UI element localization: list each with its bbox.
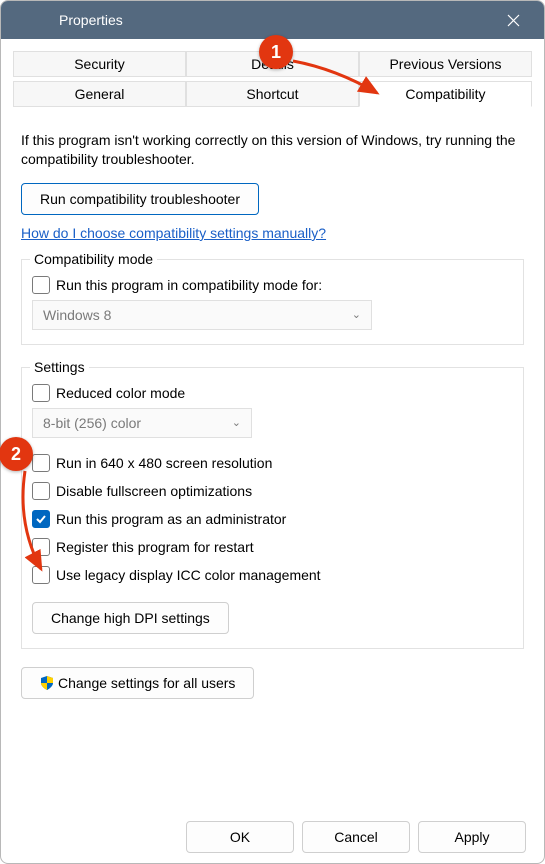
chevron-down-icon: ⌄ <box>232 416 241 429</box>
register-restart-label: Register this program for restart <box>56 539 254 555</box>
reduced-color-checkbox[interactable] <box>32 384 50 402</box>
compat-mode-label: Run this program in compatibility mode f… <box>56 277 322 293</box>
run-640x480-label: Run in 640 x 480 screen resolution <box>56 455 272 471</box>
client-area: 1 Security Details Previous Versions Gen… <box>1 39 544 863</box>
close-button[interactable] <box>490 1 536 39</box>
annotation-arrow-2 <box>13 469 53 577</box>
cancel-button[interactable]: Cancel <box>302 821 410 853</box>
shield-icon <box>40 676 54 690</box>
compatibility-mode-group: Compatibility mode Run this program in c… <box>21 259 524 345</box>
run-compatibility-troubleshooter-button[interactable]: Run compatibility troubleshooter <box>21 183 259 215</box>
color-depth-select[interactable]: 8-bit (256) color ⌄ <box>32 408 252 438</box>
properties-window: Properties 1 Security Details Previous V… <box>0 0 545 864</box>
tab-content-compatibility: If this program isn't working correctly … <box>13 111 532 809</box>
annotation-step-2: 2 <box>0 437 33 471</box>
settings-legend: Settings <box>30 359 89 375</box>
compatibility-mode-legend: Compatibility mode <box>30 251 157 267</box>
compat-mode-os-select[interactable]: Windows 8 ⌄ <box>32 300 372 330</box>
tab-row-2: General Shortcut Compatibility <box>13 81 532 107</box>
ok-button[interactable]: OK <box>186 821 294 853</box>
run-as-admin-label: Run this program as an administrator <box>56 511 286 527</box>
chevron-down-icon: ⌄ <box>352 308 361 321</box>
change-settings-all-users-button[interactable]: Change settings for all users <box>21 667 254 699</box>
legacy-icc-label: Use legacy display ICC color management <box>56 567 321 583</box>
window-title: Properties <box>21 12 490 28</box>
manual-settings-link[interactable]: How do I choose compatibility settings m… <box>21 225 326 241</box>
disable-fullscreen-label: Disable fullscreen optimizations <box>56 483 252 499</box>
tab-general[interactable]: General <box>13 81 186 107</box>
reduced-color-label: Reduced color mode <box>56 385 185 401</box>
dialog-footer: OK Cancel Apply <box>13 821 532 853</box>
annotation-arrow-1 <box>291 55 386 100</box>
titlebar: Properties <box>1 1 544 39</box>
apply-button[interactable]: Apply <box>418 821 526 853</box>
tab-security[interactable]: Security <box>13 51 186 77</box>
compat-mode-checkbox[interactable] <box>32 276 50 294</box>
settings-group: Settings Reduced color mode 8-bit (256) … <box>21 367 524 649</box>
close-icon <box>507 14 520 27</box>
description-text: If this program isn't working correctly … <box>21 131 524 169</box>
change-high-dpi-button[interactable]: Change high DPI settings <box>32 602 229 634</box>
annotation-step-1: 1 <box>259 35 293 69</box>
